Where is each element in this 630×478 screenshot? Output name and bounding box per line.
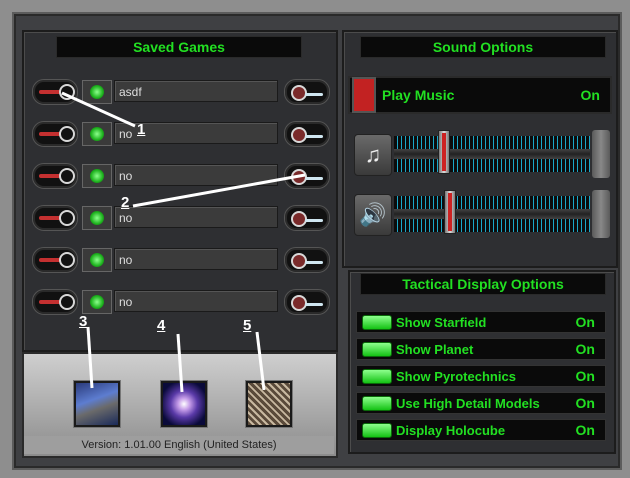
toggle-led-icon[interactable] bbox=[362, 395, 392, 411]
tactical-option-value: On bbox=[575, 341, 595, 357]
annotation-3: 3 bbox=[79, 313, 88, 330]
toggle-led-icon[interactable] bbox=[362, 422, 392, 438]
music-volume-slider[interactable]: ♫ bbox=[354, 130, 610, 180]
tactical-option-value: On bbox=[575, 422, 595, 438]
effects-volume-slider[interactable]: 🔊 bbox=[354, 190, 610, 240]
sound-options-title: Sound Options bbox=[360, 36, 606, 58]
effects-volume-end-cap bbox=[592, 190, 610, 238]
tactical-option-value: On bbox=[575, 395, 595, 411]
music-toggle-switch[interactable] bbox=[352, 77, 376, 113]
music-note-icon: ♫ bbox=[354, 134, 392, 176]
tactical-option-toggle[interactable]: Show Planet On bbox=[356, 338, 606, 360]
music-volume-knob[interactable] bbox=[438, 130, 450, 174]
toggle-led-icon[interactable] bbox=[362, 368, 392, 384]
tactical-option-label: Show Starfield bbox=[396, 314, 487, 330]
effects-volume-knob[interactable] bbox=[443, 190, 456, 234]
annotation-2: 2 bbox=[121, 194, 130, 211]
tactical-option-toggle[interactable]: Show Pyrotechnics On bbox=[356, 365, 606, 387]
annotation-4: 4 bbox=[157, 317, 166, 334]
effects-volume-track[interactable] bbox=[394, 196, 590, 232]
annotation-5: 5 bbox=[243, 317, 252, 334]
play-music-value: On bbox=[580, 87, 600, 103]
tactical-option-label: Display Holocube bbox=[396, 422, 506, 438]
tactical-option-value: On bbox=[575, 314, 595, 330]
toggle-led-icon[interactable] bbox=[362, 341, 392, 357]
tactical-option-toggle[interactable]: Use High Detail Models On bbox=[356, 392, 606, 414]
annotation-1: 1 bbox=[137, 121, 146, 138]
tactical-option-value: On bbox=[575, 368, 595, 384]
play-music-toggle[interactable]: Play Music On bbox=[348, 76, 612, 114]
tactical-option-label: Show Planet bbox=[396, 341, 474, 357]
music-volume-track[interactable] bbox=[394, 136, 590, 172]
tactical-option-label: Show Pyrotechnics bbox=[396, 368, 516, 384]
speaker-icon: 🔊 bbox=[354, 194, 392, 236]
tactical-options-title: Tactical Display Options bbox=[360, 273, 606, 295]
tactical-option-toggle[interactable]: Show Starfield On bbox=[356, 311, 606, 333]
music-volume-end-cap bbox=[592, 130, 610, 178]
tactical-option-toggle[interactable]: Display Holocube On bbox=[356, 419, 606, 441]
play-music-label: Play Music bbox=[382, 87, 455, 103]
tactical-option-label: Use High Detail Models bbox=[396, 395, 540, 411]
toggle-led-icon[interactable] bbox=[362, 314, 392, 330]
